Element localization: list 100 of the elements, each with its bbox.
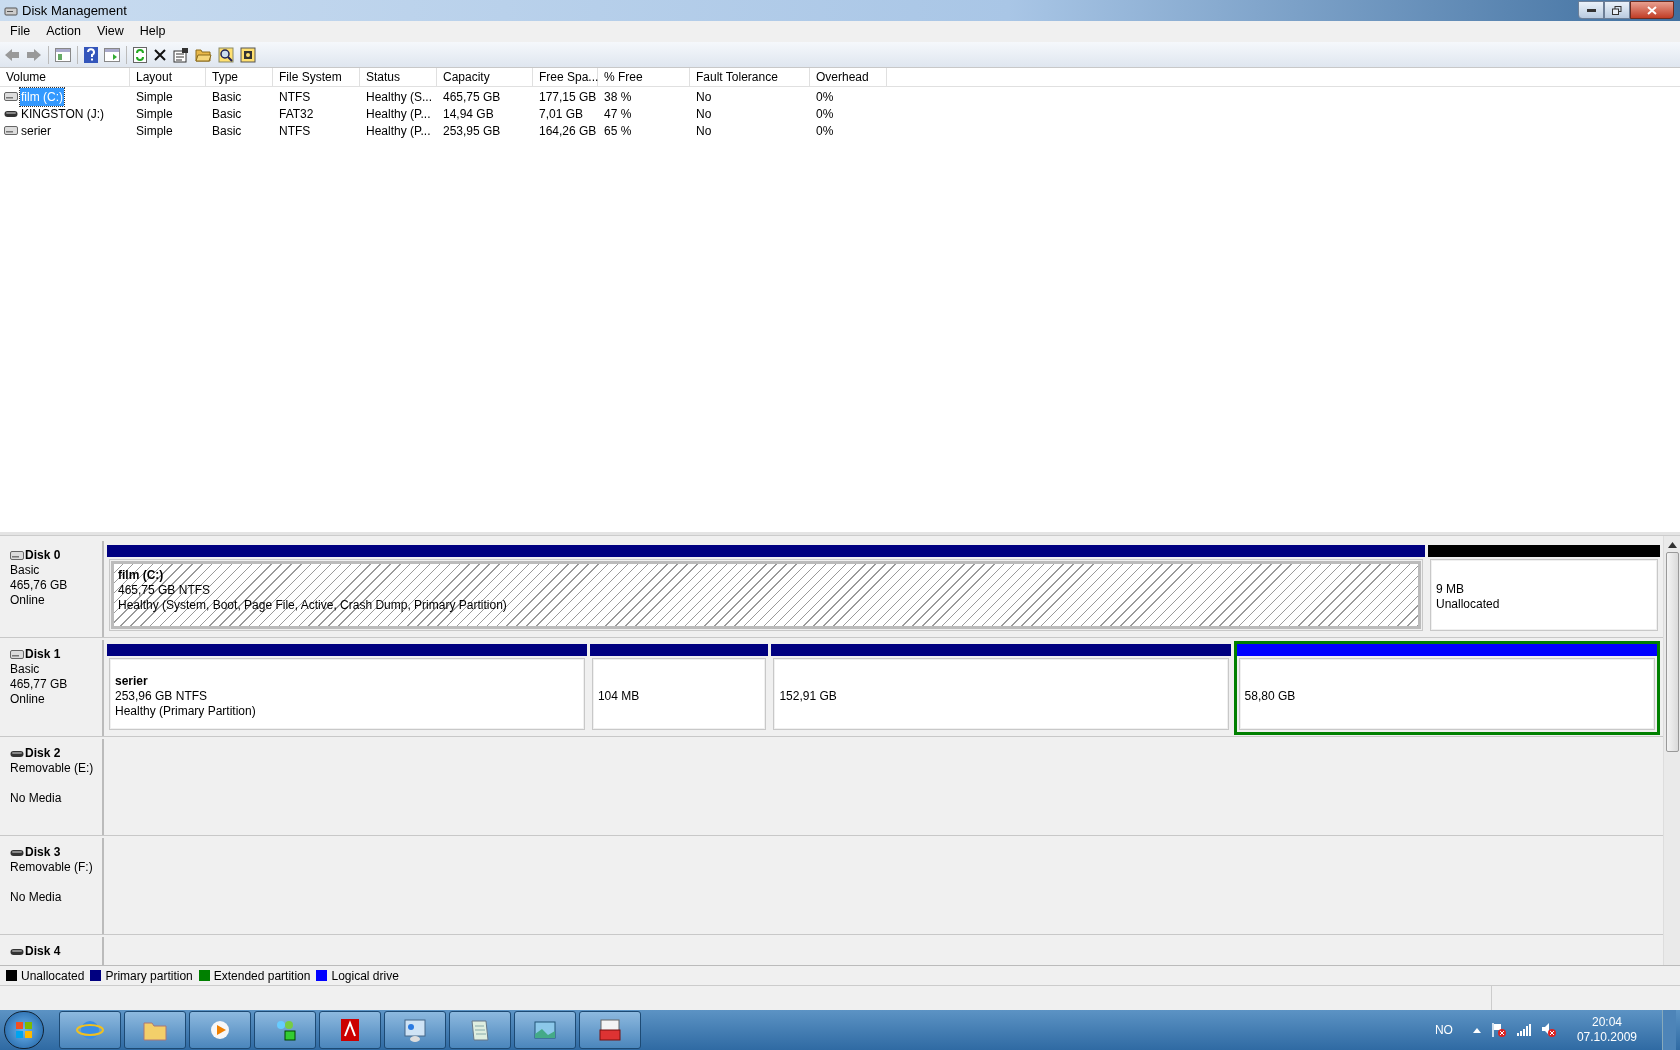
taskbar-button[interactable]: [124, 1011, 186, 1049]
legend-label: Extended partition: [213, 967, 311, 985]
taskbar-button[interactable]: [579, 1011, 641, 1049]
disk-name[interactable]: Disk 1: [25, 647, 61, 662]
toolbox-icon: [596, 1016, 624, 1044]
partition-info: 9 MB: [1436, 582, 1464, 597]
removable-drive-icon: [10, 848, 24, 857]
disk-name[interactable]: Disk 2: [25, 746, 61, 761]
partition[interactable]: 58,80 GB: [1233, 641, 1660, 735]
volume-name[interactable]: serier: [20, 121, 52, 140]
delete-icon[interactable]: [153, 47, 167, 62]
forward-arrow-icon[interactable]: [26, 47, 42, 62]
removable-drive-icon: [4, 109, 18, 118]
start-button[interactable]: [4, 1011, 44, 1049]
table-cell-text: NTFS: [279, 122, 311, 140]
taskbar-button[interactable]: [384, 1011, 446, 1049]
table-cell-text: 177,15 GB: [539, 88, 597, 106]
language-indicator[interactable]: NO: [1434, 1021, 1453, 1039]
caret-up-icon[interactable]: [1472, 1027, 1481, 1033]
taskbar-button[interactable]: [449, 1011, 511, 1049]
partition-info: Healthy (Primary Partition): [115, 703, 256, 719]
disk-info: 465,77 GB: [10, 677, 69, 692]
table-cell-text: FAT32: [279, 105, 314, 123]
disk-info: No Media: [10, 791, 63, 806]
menu-item[interactable]: File: [2, 22, 39, 41]
close-button[interactable]: [1630, 1, 1674, 19]
column-header[interactable]: Type: [206, 68, 273, 86]
muted-speaker-icon[interactable]: [1540, 1022, 1557, 1038]
taskbar-button[interactable]: [254, 1011, 316, 1049]
column-header[interactable]: Fault Tolerance: [690, 68, 810, 86]
control-panel-icon: [401, 1016, 429, 1044]
partition-info: 104 MB: [597, 688, 640, 704]
table-cell-text: Healthy (P...: [366, 105, 431, 123]
back-arrow-icon[interactable]: [4, 47, 20, 62]
legend-label: Primary partition: [105, 967, 193, 985]
table-cell-text: Basic: [212, 122, 242, 140]
scroll-up-icon[interactable]: [1667, 542, 1677, 548]
refresh-icon[interactable]: [133, 46, 147, 63]
table-cell-text: Simple: [136, 88, 173, 106]
folder-icon[interactable]: [195, 47, 212, 62]
column-header[interactable]: File System: [273, 68, 360, 86]
column-header[interactable]: Status: [360, 68, 437, 86]
removable-drive-icon: [10, 947, 24, 956]
column-header[interactable]: Capacity: [437, 68, 533, 86]
scrollbar[interactable]: [1663, 536, 1680, 965]
table-cell-text: Healthy (P...: [366, 122, 431, 140]
column-header[interactable]: % Free: [598, 68, 690, 86]
action-pane-icon[interactable]: [104, 47, 120, 62]
windows-logo-icon: [15, 1021, 33, 1039]
clock-date[interactable]: 07.10.2009: [1576, 1030, 1637, 1045]
partition-info: Unallocated: [1436, 597, 1500, 612]
disk-info: Basic: [10, 563, 41, 578]
hard-drive-icon: [4, 92, 18, 101]
removable-drive-icon: [10, 749, 24, 758]
restore-icon: [1612, 5, 1622, 15]
disk-name[interactable]: Disk 0: [25, 548, 61, 563]
table-cell-text: 164,26 GB: [539, 122, 597, 140]
disk-info: Online: [10, 692, 46, 707]
taskbar-button[interactable]: [319, 1011, 381, 1049]
hard-drive-icon: [10, 650, 24, 659]
column-header[interactable]: Free Spa...: [533, 68, 598, 86]
column-header[interactable]: Overhead: [810, 68, 887, 86]
legend-label: Logical drive: [331, 967, 399, 985]
table-cell-text: 253,95 GB: [443, 122, 501, 140]
volume-name[interactable]: KINGSTON (J:): [20, 104, 106, 123]
hard-drive-icon: [10, 551, 24, 560]
table-cell-text: Basic: [212, 105, 242, 123]
flag-icon[interactable]: [1490, 1022, 1507, 1038]
partition-title: serier: [115, 673, 148, 689]
disk-name[interactable]: Disk 3: [25, 845, 61, 860]
partition-info: Healthy (System, Boot, Page File, Active, Crash Dump, Primary Partition): [118, 598, 507, 613]
window-title: Disk Management: [22, 1, 127, 20]
table-cell-text: 38 %: [604, 88, 632, 106]
taskbar-button[interactable]: [189, 1011, 251, 1049]
menu-item[interactable]: Help: [131, 22, 174, 41]
disk-name[interactable]: Disk 4: [25, 944, 61, 959]
table-cell-text: No: [696, 122, 712, 140]
magnifier-icon[interactable]: [218, 46, 234, 63]
table-cell-text: 0%: [816, 105, 834, 123]
table-cell-text: NTFS: [279, 88, 311, 106]
scroll-thumb[interactable]: [1665, 552, 1679, 752]
taskbar-button[interactable]: [514, 1011, 576, 1049]
table-cell-text: Basic: [212, 88, 242, 106]
partition-info: 152,91 GB: [779, 688, 837, 704]
taskbar-button[interactable]: [59, 1011, 121, 1049]
signal-icon[interactable]: [1516, 1024, 1531, 1036]
restore-button[interactable]: [1604, 1, 1630, 19]
console-tree-icon[interactable]: [55, 47, 71, 62]
partition-title: film (C:): [118, 568, 164, 583]
menu-item[interactable]: View: [88, 22, 132, 41]
help-icon[interactable]: [84, 46, 98, 63]
column-header[interactable]: Layout: [130, 68, 206, 86]
menu-item[interactable]: Action: [38, 22, 89, 41]
table-cell-text: 465,75 GB: [443, 88, 501, 106]
minimize-button[interactable]: [1578, 1, 1604, 19]
disk-info: Online: [10, 593, 46, 608]
column-header[interactable]: Volume: [0, 68, 130, 86]
properties-icon[interactable]: [173, 46, 189, 63]
clock-time[interactable]: 20:04: [1591, 1015, 1622, 1030]
settings-icon[interactable]: [240, 46, 256, 63]
